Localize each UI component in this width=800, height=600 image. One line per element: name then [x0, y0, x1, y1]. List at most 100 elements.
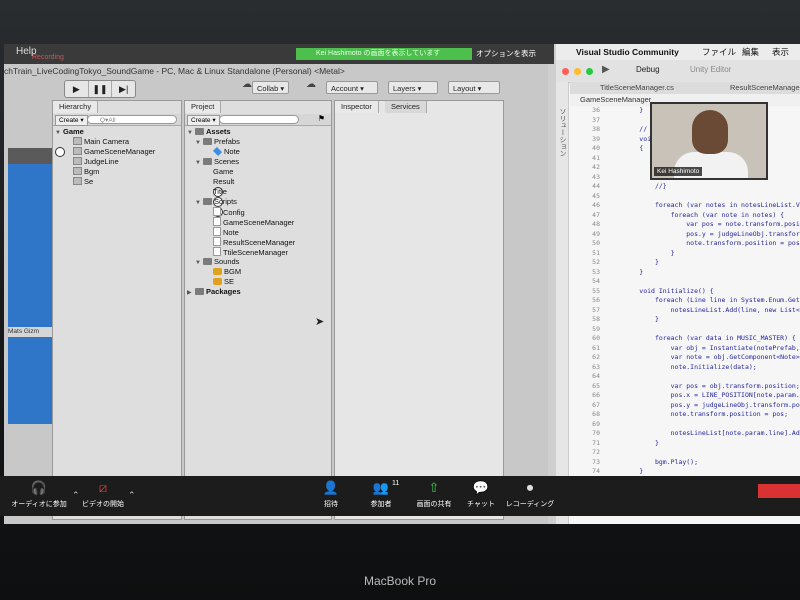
code-line[interactable]: 41: [570, 154, 608, 164]
solution-pad[interactable]: ソリューション: [556, 82, 569, 524]
code-line[interactable]: 44 //}: [570, 182, 667, 192]
code-line[interactable]: 47 foreach (var note in notes) {: [570, 211, 784, 221]
account-dropdown[interactable]: Account ▾: [326, 81, 378, 94]
asset-script[interactable]: Note: [213, 227, 239, 237]
start-video-button[interactable]: ⧄ ビデオの開始: [80, 480, 126, 509]
code-line[interactable]: 59: [570, 325, 608, 335]
layers-dropdown[interactable]: Layers ▾: [388, 81, 438, 94]
asset-scene[interactable]: Title: [213, 187, 227, 217]
tab-services[interactable]: Services: [385, 101, 427, 113]
code-line[interactable]: 65 var pos = obj.transform.position;: [570, 382, 800, 392]
expand-arrow-icon[interactable]: ▼: [195, 198, 203, 208]
view-options-button[interactable]: オプションを表示: [472, 47, 540, 61]
config-dropdown[interactable]: Debug: [636, 65, 660, 74]
code-line[interactable]: 66 pos.x = LINE_POSITION[note.param.l: [570, 391, 800, 401]
asset-prefab-note[interactable]: Note: [212, 146, 240, 157]
asset-scene[interactable]: Result: [213, 177, 234, 207]
cloud-icon[interactable]: ☁: [306, 79, 316, 90]
folder-prefabs[interactable]: ▼ Prefabs: [195, 137, 240, 147]
code-line[interactable]: 49 pos.y = judgeLineObj.transfor: [570, 230, 800, 240]
code-line[interactable]: 67 pos.y = judgeLineObj.transform.pos: [570, 401, 800, 411]
expand-arrow-icon[interactable]: ▼: [195, 258, 203, 268]
target-dropdown[interactable]: Unity Editor: [690, 65, 731, 74]
code-line[interactable]: 43: [570, 173, 655, 183]
app-menu[interactable]: Visual Studio Community: [576, 44, 679, 60]
invite-button[interactable]: 👤 招待: [316, 480, 346, 509]
folder-scripts[interactable]: ▼ Scripts: [195, 197, 237, 207]
code-line[interactable]: 73 bgm.Play();: [570, 458, 698, 468]
tab-titlescenemanager[interactable]: TitleSceneManager.cs: [600, 82, 674, 94]
tab-project[interactable]: Project: [185, 101, 222, 113]
asset-script[interactable]: TtileSceneManager: [213, 247, 288, 257]
code-line[interactable]: 55 void Initialize() {: [570, 287, 714, 297]
asset-script[interactable]: Config: [213, 207, 245, 217]
code-line[interactable]: 50 note.transform.position = pos: [570, 239, 800, 249]
folder-packages[interactable]: ▶ Packages: [187, 287, 241, 297]
code-line[interactable]: 61 var obj = Instantiate(notePrefab,: [570, 344, 800, 354]
scene-view-toolbar[interactable]: Mats Gizm: [8, 327, 52, 337]
code-line[interactable]: 38 //: [570, 125, 647, 135]
record-button[interactable]: ⏺ レコーディング: [504, 480, 556, 509]
folder-sounds[interactable]: ▼ Sounds: [195, 257, 239, 267]
code-line[interactable]: 37: [570, 116, 608, 126]
hierarchy-search-input[interactable]: Q▾All: [87, 115, 177, 124]
project-create-button[interactable]: Create ▾: [187, 115, 220, 126]
tab-resultscenemanager[interactable]: ResultSceneManager.c: [730, 82, 800, 94]
code-line[interactable]: 68 note.transform.position = pos;: [570, 410, 788, 420]
code-line[interactable]: 48 var pos = note.transform.posi: [570, 220, 800, 230]
code-line[interactable]: 56 foreach (Line line in System.Enum.Get…: [570, 296, 800, 306]
step-button[interactable]: ▶|: [112, 81, 135, 97]
code-line[interactable]: 69: [570, 420, 608, 430]
folder-scenes[interactable]: ▼ Scenes: [195, 157, 239, 167]
expand-arrow-icon[interactable]: ▼: [195, 138, 203, 148]
hierarchy-item[interactable]: Bgm: [73, 167, 99, 177]
pause-button[interactable]: ❚❚: [89, 81, 113, 97]
tab-hierarchy[interactable]: Hierarchy: [53, 101, 99, 113]
folder-assets[interactable]: ▼ Assets: [187, 127, 231, 137]
code-line[interactable]: 51 }: [570, 249, 674, 259]
hierarchy-create-button[interactable]: Create ▾: [55, 115, 88, 126]
hierarchy-item[interactable]: GameSceneManager: [73, 147, 155, 157]
expand-arrow-icon[interactable]: ▼: [187, 128, 195, 138]
menu-edit[interactable]: 編集: [742, 44, 759, 60]
hierarchy-item[interactable]: Se: [73, 177, 93, 187]
run-icon[interactable]: ▶: [602, 64, 610, 75]
asset-script[interactable]: GameSceneManager: [213, 217, 294, 227]
end-meeting-button[interactable]: [758, 484, 800, 498]
scene-view[interactable]: [8, 164, 52, 424]
code-line[interactable]: 52 }: [570, 258, 659, 268]
asset-audio[interactable]: SE: [213, 277, 234, 287]
tab-inspector[interactable]: Inspector: [335, 101, 379, 113]
hierarchy-scene-game[interactable]: ▼ Game: [55, 127, 84, 157]
asset-script[interactable]: ResultSceneManager: [213, 237, 295, 247]
minimize-window-icon[interactable]: [574, 68, 581, 75]
code-line[interactable]: 53 }: [570, 268, 643, 278]
code-line[interactable]: 71 }: [570, 439, 659, 449]
project-search-input[interactable]: [219, 115, 299, 124]
menu-view[interactable]: 表示: [772, 44, 789, 60]
code-line[interactable]: 36 }: [570, 106, 643, 116]
code-line[interactable]: 57 notesLineList.Add(line, new List<: [570, 306, 800, 316]
breadcrumb-class[interactable]: GameSceneManager: [580, 94, 651, 106]
code-line[interactable]: 63 note.Initialize(data);: [570, 363, 757, 373]
collab-button[interactable]: Collab ▾: [252, 81, 290, 94]
code-line[interactable]: 46 foreach (var notes in notesLineList.V: [570, 201, 800, 211]
code-line[interactable]: 45: [570, 192, 608, 202]
audio-options-chevron-icon[interactable]: ⌃: [72, 490, 80, 501]
layout-dropdown[interactable]: Layout ▾: [448, 81, 500, 94]
expand-arrow-icon[interactable]: ▼: [55, 128, 63, 138]
code-line[interactable]: 62 var note = obj.GetComponent<Note>: [570, 353, 800, 363]
hierarchy-item[interactable]: JudgeLine: [73, 157, 119, 167]
expand-arrow-icon[interactable]: ▼: [195, 158, 203, 168]
hierarchy-item[interactable]: Main Camera: [73, 137, 129, 147]
code-line[interactable]: 42: [570, 163, 655, 173]
share-screen-button[interactable]: ⇧ 画面の共有: [414, 480, 454, 509]
code-line[interactable]: 40 {: [570, 144, 643, 154]
video-options-chevron-icon[interactable]: ⌃: [128, 490, 136, 501]
asset-scene[interactable]: Game: [213, 167, 233, 197]
code-line[interactable]: 39 voi: [570, 135, 651, 145]
menu-file[interactable]: ファイル: [702, 44, 736, 60]
collapse-arrow-icon[interactable]: ▶: [187, 288, 195, 298]
code-line[interactable]: 72: [570, 448, 608, 458]
close-window-icon[interactable]: [562, 68, 569, 75]
